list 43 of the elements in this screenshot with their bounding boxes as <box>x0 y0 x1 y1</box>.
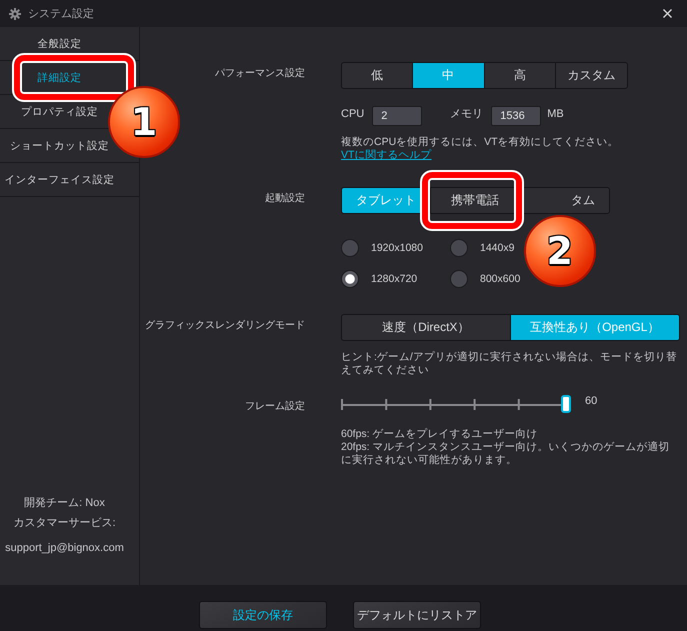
resolution-label: 1440x9 <box>480 242 514 254</box>
sidebar-info-text: 開発チーム: Nox <box>23 496 106 510</box>
radio-button[interactable] <box>341 270 359 288</box>
gear-icon <box>9 8 21 20</box>
restore-button[interactable]: デフォルトにリストア <box>353 601 481 629</box>
slider-value: 60 <box>585 395 598 408</box>
slider-track[interactable] <box>341 395 571 413</box>
step-number-marker: 2 <box>524 215 596 287</box>
setting-label: グラフィックスレンダリングモード <box>145 319 305 332</box>
resolution-label: 800x600 <box>480 272 520 286</box>
close-icon[interactable] <box>663 9 672 18</box>
window-title: システム設定 <box>28 6 94 20</box>
segment-option[interactable]: カスタム <box>555 62 628 89</box>
sidebar-item[interactable]: ショートカット設定 <box>10 138 109 152</box>
segment-option[interactable]: 速度（DirectX） <box>341 314 510 341</box>
resolution-label: 1920x1080 <box>371 242 423 254</box>
setting-label: フレーム設定 <box>245 400 305 413</box>
resolution-label: 1280x720 <box>371 272 418 286</box>
memory-field[interactable]: 1536 <box>491 106 542 126</box>
cpu-field[interactable]: 2 <box>372 106 422 126</box>
help-note: 複数のCPUを使用するには、VTを有効にしてください。 VTに関するヘルプ <box>341 136 620 162</box>
save-button[interactable]: 設定の保存 <box>199 601 327 629</box>
field-label: CPU <box>341 107 364 121</box>
sidebar-info-text: support_jp@bignox.com <box>4 541 125 555</box>
fps-note: 60fps: ゲームをプレイするユーザー向け <box>341 428 539 441</box>
radio-button[interactable] <box>450 270 468 288</box>
setting-label: 起動設定 <box>265 192 305 205</box>
radio-button[interactable] <box>450 239 468 257</box>
fps-note: 20fps: マルチインスタンスユーザー向け。いくつかのゲームが適切に実行されない可能性があります。 <box>341 441 671 467</box>
radio-button[interactable] <box>341 239 359 257</box>
segment-option[interactable]: 高 <box>484 62 556 89</box>
slider-thumb[interactable] <box>561 395 571 413</box>
sidebar-item[interactable]: プロパティ設定 <box>21 104 98 118</box>
sidebar-item[interactable]: 詳細設定 <box>38 70 82 84</box>
unit-label: MB <box>547 107 564 121</box>
field-label: メモリ <box>450 107 484 121</box>
help-link[interactable]: VTに関するヘルプ <box>341 149 432 161</box>
hint-text: ヒント:ゲーム/アプリが適切に実行されない場合は、モードを切り替えてみてください <box>341 351 678 377</box>
sidebar-item[interactable]: インターフェイス設定 <box>4 172 114 186</box>
sidebar-item[interactable]: 全般設定 <box>38 36 82 50</box>
setting-label: パフォーマンス設定 <box>215 67 305 80</box>
sidebar-info-text: カスタマーサービス: <box>12 516 117 530</box>
segment-option[interactable]: 低 <box>341 62 413 89</box>
